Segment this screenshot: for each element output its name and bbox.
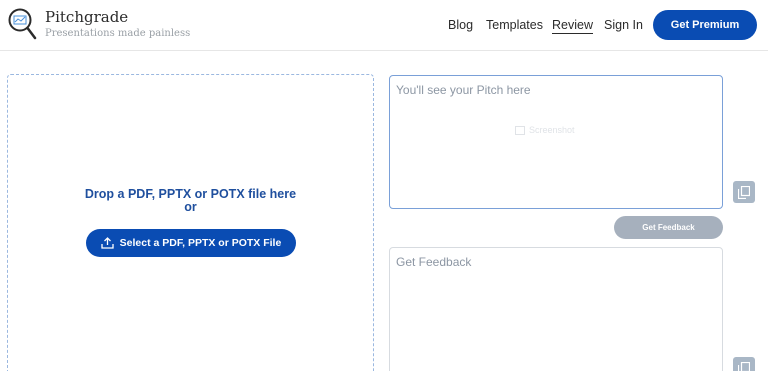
brand-name[interactable]: Pitchgrade — [45, 8, 128, 26]
upload-icon — [101, 237, 114, 249]
copy-feedback-button[interactable] — [733, 357, 755, 371]
get-feedback-button[interactable]: Get Feedback — [614, 216, 723, 239]
nav-review-link[interactable]: Review — [552, 18, 593, 34]
watermark-text: Screenshot — [529, 125, 575, 135]
copy-icon — [738, 361, 750, 371]
select-file-button[interactable]: Select a PDF, PPTX or POTX File — [86, 229, 296, 257]
pitch-placeholder: You'll see your Pitch here — [396, 83, 531, 97]
copy-pitch-button[interactable] — [733, 181, 755, 203]
feedback-placeholder: Get Feedback — [396, 255, 472, 269]
screenshot-watermark: Screenshot — [515, 125, 575, 135]
get-premium-button[interactable]: Get Premium — [653, 10, 757, 40]
select-file-label: Select a PDF, PPTX or POTX File — [119, 237, 282, 249]
feedback-output-area[interactable]: Get Feedback — [389, 247, 723, 371]
drop-instructions: Drop a PDF, PPTX or POTX file here — [84, 187, 297, 201]
nav-templates-link[interactable]: Templates — [486, 18, 543, 32]
copy-icon — [738, 185, 750, 199]
drop-or-label: or — [184, 200, 197, 214]
top-header: Pitchgrade Presentations made painless B… — [0, 0, 768, 51]
file-drop-zone[interactable]: Drop a PDF, PPTX or POTX file here or Se… — [7, 74, 374, 371]
nav-signin-link[interactable]: Sign In — [604, 18, 643, 32]
brand-tagline: Presentations made painless — [45, 28, 191, 39]
pitch-output-area[interactable]: You'll see your Pitch here Screenshot — [389, 75, 723, 209]
nav-blog-link[interactable]: Blog — [448, 18, 473, 32]
image-icon — [515, 125, 525, 135]
magnifier-chart-icon[interactable] — [7, 8, 37, 40]
